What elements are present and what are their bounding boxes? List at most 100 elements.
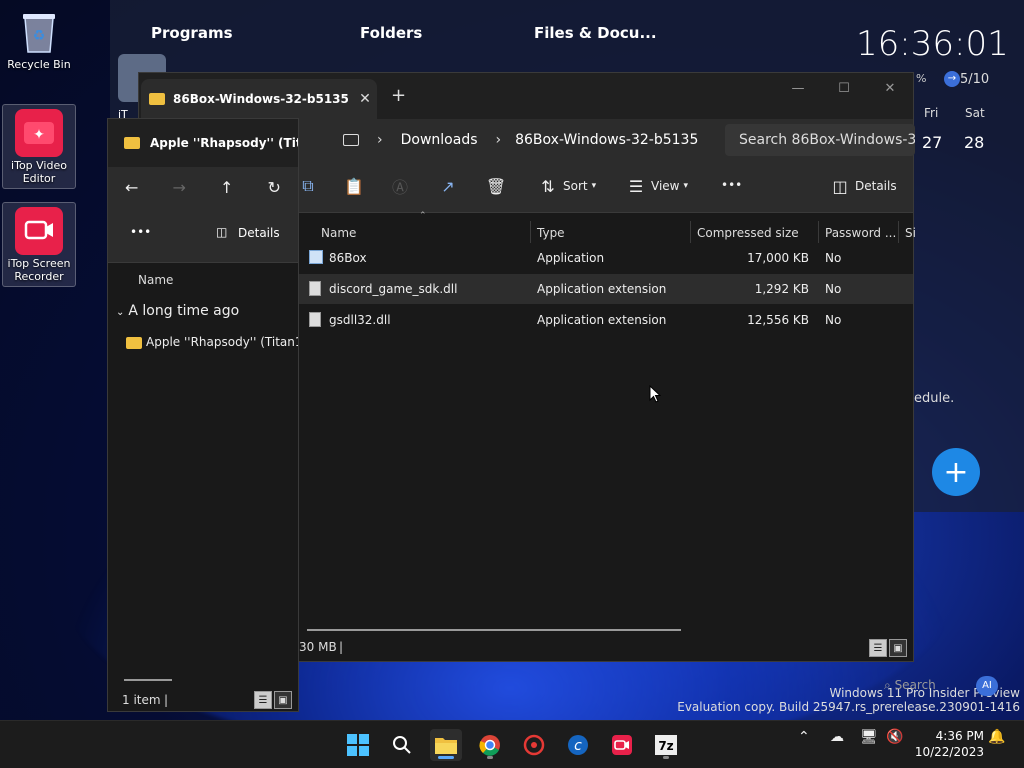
search-icon[interactable] xyxy=(386,729,418,761)
search-input[interactable]: Search 86Box-Windows-32-b xyxy=(725,124,915,156)
video-editor-label: iTop Video Editor xyxy=(11,159,67,185)
details-pane-button[interactable]: ◫ Details xyxy=(829,175,897,197)
search-hint[interactable]: ⌕ Search xyxy=(884,678,936,693)
more-options-button[interactable]: ••• xyxy=(721,178,742,192)
group-header[interactable]: ⌄ A long time ago xyxy=(116,303,239,319)
details-pane-icon[interactable]: ◫ xyxy=(216,225,227,239)
file-type: Application extension xyxy=(537,282,667,296)
screen-recorder-icon xyxy=(15,207,63,255)
table-row[interactable]: gsdll32.dll Application extension 12,556… xyxy=(299,305,913,335)
tab-86box[interactable]: 86Box-Windows-32-b5135 ✕ xyxy=(141,79,377,119)
breadcrumb[interactable]: › Downloads › 86Box-Windows-32-b5135 xyxy=(335,124,715,156)
status-size: 30 MB xyxy=(299,640,337,654)
screen-recorder-taskbar-icon[interactable] xyxy=(606,729,638,761)
view-icon: ☰ xyxy=(628,176,644,196)
volume-muted-icon[interactable]: 🔇 xyxy=(886,729,903,745)
calendar-day-sat: Sat xyxy=(965,106,985,120)
close-window-icon[interactable]: ✕ xyxy=(867,73,913,103)
caption-buttons: — ☐ ✕ xyxy=(775,73,913,103)
breadcrumb-86box[interactable]: 86Box-Windows-32-b5135 xyxy=(515,132,698,148)
recycle-bin-label: Recycle Bin xyxy=(7,58,71,71)
details-view-icon[interactable]: ☰ xyxy=(869,639,887,657)
up-arrow-icon[interactable]: ↑ xyxy=(203,178,251,197)
explorer-window-secondary[interactable]: Apple ''Rhapsody'' (Titan1U ← → ↑ ↻ ••• … xyxy=(107,118,299,712)
sort-label: Sort xyxy=(563,179,588,193)
ccleaner-icon[interactable]: c xyxy=(562,729,594,761)
details-pane-icon: ◫ xyxy=(832,176,848,196)
itop-screen-recorder[interactable]: iTop Screen Recorder xyxy=(2,202,76,287)
tiles-view-icon[interactable]: ▣ xyxy=(274,691,292,709)
column-name[interactable]: Name xyxy=(138,273,173,287)
column-separator[interactable] xyxy=(818,221,819,243)
ai-badge-icon[interactable]: AI xyxy=(976,676,998,696)
notification-bell-icon[interactable]: 🔔 xyxy=(988,729,1005,745)
back-arrow-icon[interactable]: ← xyxy=(108,178,156,197)
taskbar-clock[interactable]: 4:36 PM 10/22/2023 xyxy=(915,728,984,760)
breadcrumb-downloads[interactable]: Downloads xyxy=(401,132,478,148)
calendar-day-fri: Fri xyxy=(924,106,939,120)
calendar-date-28[interactable]: 28 xyxy=(964,133,984,152)
more-options-button[interactable]: ••• xyxy=(130,225,151,239)
details-label: Details xyxy=(855,179,897,193)
folder-icon xyxy=(149,93,165,105)
column-type[interactable]: Type xyxy=(537,226,565,240)
file-explorer-icon[interactable] xyxy=(430,729,462,761)
details-label[interactable]: Details xyxy=(238,226,280,240)
minimize-icon[interactable]: — xyxy=(775,73,821,103)
file-password: No xyxy=(825,282,842,296)
table-row[interactable]: discord_game_sdk.dll Application extensi… xyxy=(299,274,913,304)
dll-icon xyxy=(309,312,321,327)
7zip-icon[interactable]: 7z xyxy=(650,729,682,761)
table-row[interactable]: 86Box Application 17,000 KB No xyxy=(299,243,913,273)
view-button[interactable]: ☰ View ▾ xyxy=(625,175,688,197)
game-app-icon[interactable] xyxy=(518,729,550,761)
maximize-icon[interactable]: ☐ xyxy=(821,73,867,103)
column-compressed-size[interactable]: Compressed size xyxy=(697,226,799,240)
file-password: No xyxy=(825,251,842,265)
show-hidden-icons-chevron[interactable]: ⌃ xyxy=(798,729,810,745)
horizontal-scrollbar[interactable] xyxy=(307,629,681,631)
widget-tab-files[interactable]: Files & Docu... xyxy=(534,24,657,42)
file-type: Application extension xyxy=(537,313,667,327)
widget-tab-programs[interactable]: Programs xyxy=(151,24,233,42)
file-name: gsdll32.dll xyxy=(329,313,391,327)
calendar-date-27[interactable]: 27 xyxy=(922,133,942,152)
delete-icon[interactable]: 🗑 xyxy=(485,175,507,197)
widget-tab-folders[interactable]: Folders xyxy=(360,24,422,42)
status-separator: | xyxy=(164,693,169,707)
onedrive-icon[interactable]: ☁ xyxy=(830,729,844,745)
this-pc-icon[interactable] xyxy=(343,134,359,146)
svg-text:✦: ✦ xyxy=(33,127,45,143)
nav-row: ← → ↑ ↻ xyxy=(108,167,298,207)
itop-video-editor[interactable]: ✦ iTop Video Editor xyxy=(2,104,76,189)
chrome-icon[interactable] xyxy=(474,729,506,761)
svg-text:7z: 7z xyxy=(658,739,673,753)
arrow-right-icon[interactable]: → xyxy=(944,71,960,87)
details-view-icon[interactable]: ☰ xyxy=(254,691,272,709)
column-password[interactable]: Password ... xyxy=(825,226,896,240)
add-fab-button[interactable]: + xyxy=(932,448,980,496)
column-separator[interactable] xyxy=(530,221,531,243)
new-tab-button[interactable]: + xyxy=(391,85,406,106)
title-bar: Apple ''Rhapsody'' (Titan1U xyxy=(108,119,298,167)
list-item[interactable]: Apple ''Rhapsody'' (Titan1U x xyxy=(126,335,298,349)
share-icon[interactable]: ↗ xyxy=(437,175,459,197)
search-icon: ⌕ xyxy=(884,678,891,692)
paste-icon[interactable]: 📋 xyxy=(343,175,365,197)
running-indicator xyxy=(663,756,669,759)
column-size[interactable]: Si xyxy=(905,226,916,240)
start-button[interactable] xyxy=(342,729,374,761)
recycle-bin[interactable]: ♻ Recycle Bin xyxy=(2,8,76,71)
horizontal-scrollbar[interactable] xyxy=(124,679,172,681)
close-tab-icon[interactable]: ✕ xyxy=(353,91,377,107)
column-separator[interactable] xyxy=(898,221,899,243)
column-separator[interactable] xyxy=(690,221,691,243)
network-icon[interactable]: 🖥 xyxy=(860,729,878,745)
tiles-view-icon[interactable]: ▣ xyxy=(889,639,907,657)
refresh-icon[interactable]: ↻ xyxy=(251,178,299,197)
column-name[interactable]: Name xyxy=(321,226,356,240)
forward-arrow-icon[interactable]: → xyxy=(156,178,204,197)
rename-icon[interactable]: Ⓐ xyxy=(389,175,411,197)
sort-button[interactable]: ⇅ Sort ▾ xyxy=(537,175,596,197)
copy-icon[interactable]: ⧉ xyxy=(297,175,319,197)
